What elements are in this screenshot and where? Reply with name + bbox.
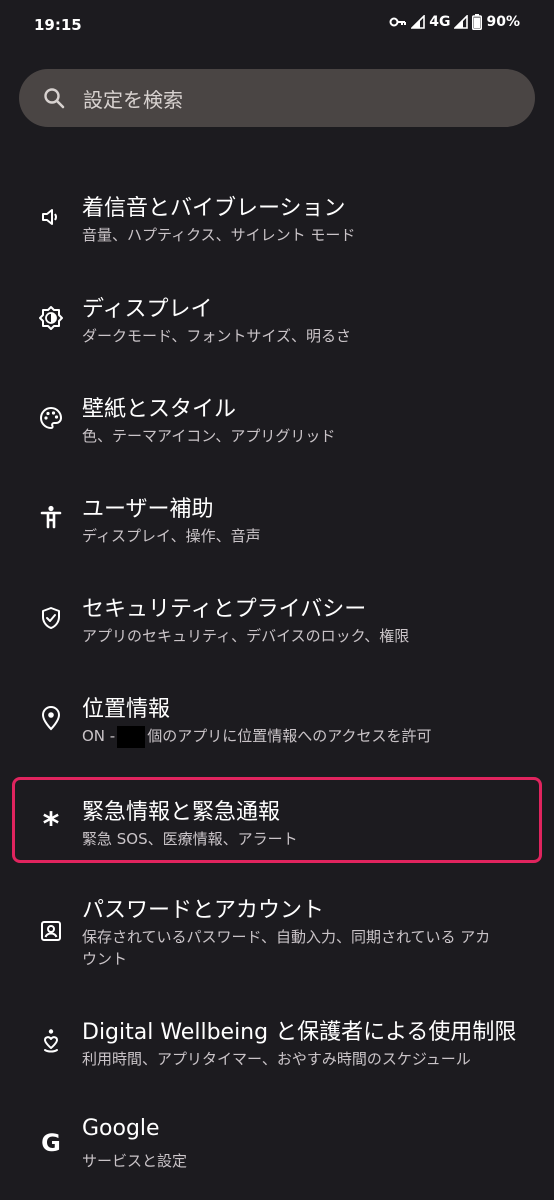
redacted-count	[117, 725, 146, 748]
setting-item-location[interactable]: 位置情報 ON - 個のアプリに位置情報へのアクセスを許可	[12, 681, 542, 765]
setting-summary: ダークモード、フォントサイズ、明るさ	[82, 327, 351, 345]
google-icon: G	[38, 1130, 64, 1156]
battery-icon	[472, 14, 483, 30]
setting-summary: 音量、ハプティクス、サイレント モード	[82, 226, 356, 244]
setting-item-wallpaper[interactable]: 壁紙とスタイル 色、テーマアイコン、アプリグリッド	[12, 381, 542, 465]
setting-summary: 緊急 SOS、医療情報、アラート	[82, 830, 298, 848]
search-placeholder: 設定を検索	[83, 87, 183, 112]
status-icons: 4G 90%	[389, 14, 520, 30]
location-summary-prefix: ON -	[82, 727, 116, 745]
setting-item-security[interactable]: セキュリティとプライバシー アプリのセキュリティ、デバイスのロック、権限	[12, 581, 542, 665]
setting-title: 着信音とバイブレーション	[82, 196, 346, 221]
location-summary-suffix: 個のアプリに位置情報へのアクセスを許可	[147, 727, 432, 745]
setting-summary: 保存されているパスワード、自動入力、同期されている アカウント	[82, 928, 491, 968]
search-bar[interactable]: 設定を検索	[19, 69, 535, 127]
google-icon-glyph: G	[41, 1129, 61, 1157]
network-type: 4G	[429, 14, 451, 30]
accessibility-icon	[38, 505, 64, 531]
setting-item-emergency[interactable]: * 緊急情報と緊急通報 緊急 SOS、医療情報、アラート	[12, 777, 542, 863]
search-icon	[43, 87, 65, 109]
account-box-icon	[38, 918, 64, 944]
setting-item-sound[interactable]: 着信音とバイブレーション 音量、ハプティクス、サイレント モード	[12, 180, 542, 264]
setting-title: 位置情報	[82, 697, 171, 722]
setting-summary: サービスと設定	[82, 1152, 188, 1170]
volume-icon	[38, 204, 64, 230]
setting-item-google[interactable]: G Google サービスと設定	[12, 1106, 542, 1190]
setting-title: Digital Wellbeing と保護者による使用制限	[82, 1020, 517, 1045]
setting-item-accessibility[interactable]: ユーザー補助 ディスプレイ、操作、音声	[12, 481, 542, 565]
signal-icon	[411, 15, 426, 29]
status-time: 19:15	[34, 16, 82, 34]
setting-title: セキュリティとプライバシー	[82, 597, 367, 622]
setting-summary: 色、テーマアイコン、アプリグリッド	[82, 427, 336, 445]
setting-title: ユーザー補助	[82, 497, 214, 522]
asterisk-icon: *	[42, 805, 60, 843]
battery-level: 90%	[486, 14, 520, 30]
setting-item-accounts[interactable]: パスワードとアカウント 保存されているパスワード、自動入力、同期されている アカ…	[12, 882, 542, 982]
setting-item-display[interactable]: ディスプレイ ダークモード、フォントサイズ、明るさ	[12, 281, 542, 365]
setting-title: パスワードとアカウント	[82, 898, 325, 923]
setting-summary: 利用時間、アプリタイマー、おやすみ時間のスケジュール	[82, 1050, 471, 1068]
wellbeing-icon	[38, 1028, 64, 1054]
setting-title: 緊急情報と緊急通報	[82, 800, 281, 825]
status-bar: 19:15 4G 90%	[0, 0, 554, 52]
setting-title: ディスプレイ	[82, 297, 213, 322]
shield-icon	[38, 605, 64, 631]
setting-summary: ディスプレイ、操作、音声	[82, 527, 261, 545]
setting-item-digital-wellbeing[interactable]: Digital Wellbeing と保護者による使用制限 利用時間、アプリタイ…	[12, 1004, 542, 1088]
vpn-key-icon	[389, 16, 407, 28]
setting-title: Google	[82, 1116, 160, 1141]
setting-summary: ON - 個のアプリに位置情報へのアクセスを許可	[82, 725, 502, 748]
setting-title: 壁紙とスタイル	[82, 397, 237, 422]
location-pin-icon	[38, 705, 64, 731]
palette-icon	[38, 405, 64, 431]
signal-icon-secondary	[454, 15, 469, 29]
setting-summary: アプリのセキュリティ、デバイスのロック、権限	[82, 627, 410, 645]
brightness-icon	[38, 305, 64, 331]
